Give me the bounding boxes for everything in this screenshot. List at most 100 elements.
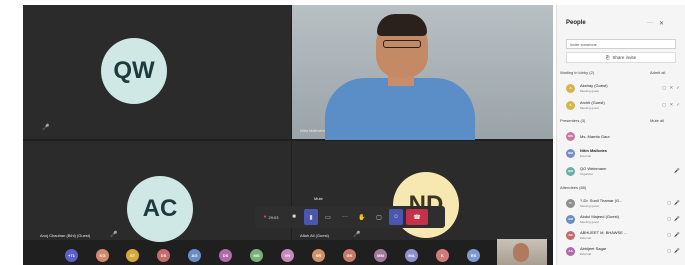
- more-options-icon[interactable]: ···: [647, 20, 653, 27]
- attendee-row[interactable]: AB ABHIJEET M. BHAWSE ... External ▢ 🎤: [566, 227, 680, 243]
- person-role: External: [580, 154, 592, 158]
- people-panel-actions: ··· ✕: [647, 20, 664, 27]
- person-role: Meeting guest: [580, 106, 599, 110]
- participant-strip-avatar[interactable]: MS: [250, 249, 263, 262]
- people-panel-title: People: [566, 20, 586, 26]
- more-actions-button[interactable]: ···: [338, 209, 352, 225]
- presenter-row[interactable]: MS Ms. Mamta Gaur: [566, 128, 680, 144]
- person-role: Meeting guest: [580, 220, 599, 224]
- share-screen-button[interactable]: ▭: [321, 209, 335, 225]
- chat-icon[interactable]: ▢: [662, 85, 666, 91]
- attendee-row[interactable]: AM Abdul Majeed (Guest) Meeting guest ▢ 🎤: [566, 211, 680, 227]
- person-name: QO Weinmann: [580, 166, 607, 171]
- mic-icon[interactable]: 🎤: [674, 216, 680, 222]
- person-name: Abdul Majeed (Guest): [580, 214, 619, 219]
- avatar: MS: [566, 131, 575, 141]
- attendee-row[interactable]: D ?-Dr. Sunil Thamar (G... Meeting guest…: [566, 195, 680, 211]
- participant-strip-avatar[interactable]: MA: [405, 249, 418, 262]
- participant-strip-avatar[interactable]: VN: [281, 249, 294, 262]
- speaker-video-body: [325, 78, 475, 140]
- presenter-row[interactable]: QW QO Weinmann Organizer 🎤: [566, 163, 680, 179]
- mic-icon[interactable]: 🎤: [674, 232, 680, 238]
- person-role: Meeting guest: [580, 204, 599, 208]
- avatar: QW: [566, 166, 575, 176]
- person-name: Archit (Guest): [580, 100, 605, 105]
- lobby-person-row[interactable]: A Archit (Guest) Meeting guest ▢ ✕ ✓: [566, 97, 680, 113]
- person-role: External: [580, 252, 592, 256]
- avatar: NM: [566, 148, 575, 158]
- speaker-video-hair: [377, 14, 427, 36]
- waiting-section-heading[interactable]: Waiting in lobby (2): [560, 70, 594, 75]
- deny-icon[interactable]: ✕: [669, 102, 673, 108]
- attendees-section-heading[interactable]: Attendees (88): [560, 185, 586, 190]
- participant-strip-avatar[interactable]: RS: [467, 249, 480, 262]
- mic-icon[interactable]: 🎤: [674, 168, 680, 174]
- participant-strip-avatar[interactable]: MM: [374, 249, 387, 262]
- mic-icon: ▮: [309, 214, 313, 221]
- mic-icon: 🎤: [42, 125, 50, 131]
- chat-button[interactable]: ▢: [372, 209, 386, 225]
- participant-strip-avatar[interactable]: DS: [219, 249, 232, 262]
- lobby-person-row[interactable]: A Akshay (Guest) Meeting guest ▢ ✕ ✓: [566, 80, 680, 96]
- chat-icon[interactable]: ▢: [667, 232, 671, 238]
- participant-avatar-nd: ND: [393, 172, 459, 238]
- person-name: Akshay (Guest): [580, 83, 608, 88]
- mic-icon: 🎤: [353, 232, 361, 238]
- person-name: ABHIJEET M. BHAWSE ...: [580, 230, 628, 235]
- meeting-timer: ● 29:03: [258, 209, 284, 225]
- chat-icon[interactable]: ▢: [662, 102, 666, 108]
- mute-all-link[interactable]: Mute all: [650, 118, 664, 123]
- participant-avatar-qw: QW: [101, 38, 167, 104]
- mic-icon[interactable]: 🎤: [674, 248, 680, 254]
- avatar: D: [566, 198, 575, 208]
- person-name: ?-Dr. Sunil Thamar (G...: [580, 198, 623, 203]
- person-role: Organizer: [580, 172, 594, 176]
- admit-icon[interactable]: ✓: [676, 102, 680, 108]
- meeting-controls-bar: ● 29:03 ■ ▮ ▭ ··· ✋ ▢ ☺ ☎: [255, 206, 445, 228]
- deny-icon[interactable]: ✕: [669, 85, 673, 91]
- raise-hand-button[interactable]: ✋: [355, 209, 369, 225]
- mic-icon: 🎤: [110, 232, 118, 238]
- people-icon: ☺: [392, 214, 400, 220]
- mic-icon[interactable]: 🎤: [674, 200, 680, 206]
- close-icon[interactable]: ✕: [659, 20, 664, 27]
- person-role: External: [580, 236, 592, 240]
- admit-icon[interactable]: ✓: [676, 85, 680, 91]
- participant-strip-avatar[interactable]: AG: [188, 249, 201, 262]
- person-role: Meeting guest: [580, 89, 599, 93]
- chat-icon[interactable]: ▢: [667, 200, 671, 206]
- person-name: Ms. Mamta Gaur: [580, 133, 610, 139]
- raise-hand-icon: ✋: [358, 214, 366, 221]
- mute-tooltip: Mute: [314, 196, 323, 201]
- avatar: AS: [566, 246, 575, 256]
- participant-strip-avatar[interactable]: ST: [126, 249, 139, 262]
- mic-button[interactable]: ▮: [304, 209, 318, 225]
- participant-strip-avatar[interactable]: DS: [157, 249, 170, 262]
- presenters-section-heading[interactable]: Presenters (3): [560, 118, 585, 123]
- participant-strip-avatar[interactable]: GK: [343, 249, 356, 262]
- attendee-row[interactable]: AS Abhijeet Sagar External ▢ 🎤: [566, 243, 680, 259]
- participant-name-nd: Aflah Ali (Guest): [300, 233, 329, 238]
- video-participant-name: Nitin Malhotra: [300, 128, 325, 133]
- camera-button[interactable]: ■: [287, 209, 301, 225]
- chat-icon[interactable]: ▢: [667, 216, 671, 222]
- self-view-face: [513, 243, 529, 262]
- participant-strip-avatar[interactable]: SR: [312, 249, 325, 262]
- avatar: A: [566, 83, 575, 93]
- share-invite-button[interactable]: ⎘ Share invite: [566, 52, 676, 63]
- chat-icon[interactable]: ▢: [667, 248, 671, 254]
- people-button[interactable]: ☺: [389, 209, 403, 225]
- admit-all-link[interactable]: Admit all: [650, 70, 665, 75]
- avatar: A: [566, 100, 575, 110]
- overflow-participants-button[interactable]: +71: [65, 249, 78, 262]
- leave-call-button[interactable]: ☎: [406, 209, 428, 225]
- participant-strip-avatar[interactable]: K: [436, 249, 449, 262]
- camera-icon: ■: [292, 214, 296, 220]
- speaker-video-glasses: [383, 40, 421, 48]
- record-icon: ●: [263, 214, 267, 220]
- presenter-row[interactable]: NM Nitin Malhotra External: [566, 145, 680, 161]
- invite-search-input[interactable]: invite someone: [566, 39, 676, 49]
- avatar: AB: [566, 230, 575, 240]
- participant-strip-avatar[interactable]: KG: [96, 249, 109, 262]
- share-screen-icon: ▭: [325, 214, 331, 221]
